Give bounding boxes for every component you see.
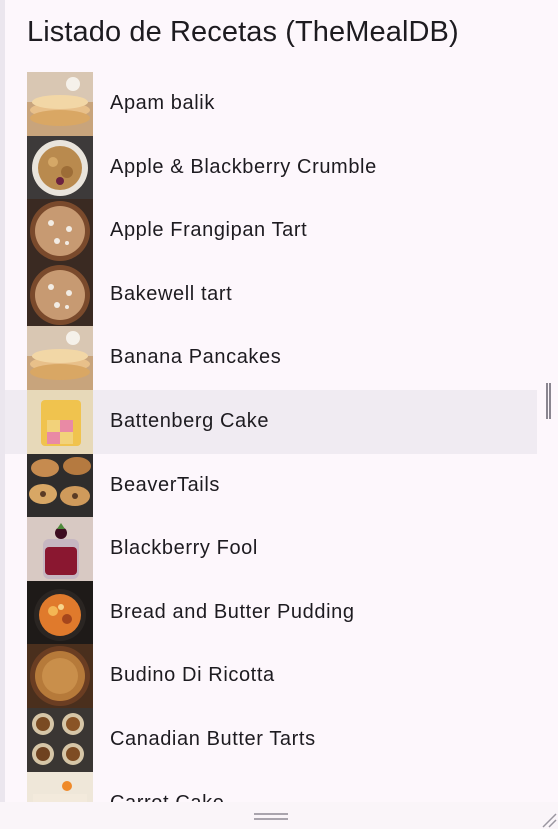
dessert-glass-photo <box>27 517 93 581</box>
scrollbar-thumb[interactable] <box>546 383 551 419</box>
pancake-stack-photo <box>27 72 93 136</box>
checkered-cake-photo <box>27 389 93 454</box>
recipe-thumbnail <box>27 644 93 708</box>
recipe-list-item[interactable]: Apple Frangipan Tart <box>5 199 537 263</box>
pastry-tray-photo <box>27 453 93 518</box>
recipe-list-item[interactable]: Carrot Cake <box>5 771 537 802</box>
recipe-thumbnail <box>27 453 93 518</box>
recipe-name: Banana Pancakes <box>110 346 282 369</box>
recipe-thumbnail <box>27 517 93 581</box>
recipe-list-item[interactable]: Bakewell tart <box>5 262 537 327</box>
recipe-thumbnail <box>27 771 93 802</box>
tartlets-tray-photo <box>27 707 93 772</box>
pudding-skillet-photo <box>27 580 93 645</box>
recipe-list-item[interactable]: Blackberry Fool <box>5 517 537 581</box>
recipe-name: Battenberg Cake <box>110 409 270 432</box>
bottom-bar <box>0 802 558 829</box>
page-title: Listado de Recetas (TheMealDB) <box>27 16 459 48</box>
layer-cake-photo <box>27 771 93 802</box>
recipe-thumbnail <box>27 707 93 772</box>
recipe-list: Apam balik Apple & Blackberry Crumble Appl… <box>5 72 537 802</box>
recipe-list-item[interactable]: Budino Di Ricotta <box>5 644 537 708</box>
recipe-list-viewport[interactable]: Apam balik Apple & Blackberry Crumble Appl… <box>5 72 537 802</box>
recipe-thumbnail <box>27 135 93 200</box>
recipe-thumbnail <box>27 199 93 263</box>
recipe-name: Apple Frangipan Tart <box>110 219 308 242</box>
recipe-thumbnail <box>27 580 93 645</box>
baked-cake-photo <box>27 644 93 708</box>
recipe-name: Blackberry Fool <box>110 537 258 560</box>
recipe-name: Budino Di Ricotta <box>110 664 275 687</box>
recipe-list-item[interactable]: BeaverTails <box>5 453 537 518</box>
drag-handle-icon[interactable] <box>254 813 288 820</box>
recipe-list-item[interactable]: Banana Pancakes <box>5 326 537 390</box>
recipe-list-item[interactable]: Canadian Butter Tarts <box>5 707 537 772</box>
pancake-stack-photo <box>27 326 93 390</box>
recipe-name: Bakewell tart <box>110 282 233 305</box>
recipe-name: Carrot Cake <box>110 792 224 802</box>
recipe-thumbnail <box>27 262 93 327</box>
recipe-thumbnail <box>27 389 93 454</box>
recipe-name: Apam balik <box>110 92 215 114</box>
recipe-list-item[interactable]: Apple & Blackberry Crumble <box>5 135 537 200</box>
recipe-thumbnail <box>27 72 93 136</box>
recipe-list-item[interactable]: Apam balik <box>5 72 537 136</box>
recipe-name: Canadian Butter Tarts <box>110 727 316 750</box>
recipe-thumbnail <box>27 326 93 390</box>
recipe-name: Bread and Butter Pudding <box>110 600 355 623</box>
tart-photo <box>27 262 93 327</box>
resize-grip-icon[interactable] <box>540 811 558 829</box>
recipe-list-item[interactable]: Bread and Butter Pudding <box>5 580 537 645</box>
tart-photo <box>27 199 93 263</box>
crumble-dish-photo <box>27 135 93 200</box>
recipe-list-item[interactable]: Battenberg Cake <box>5 389 537 454</box>
recipe-name: Apple & Blackberry Crumble <box>110 155 377 178</box>
recipe-name: BeaverTails <box>110 473 220 496</box>
